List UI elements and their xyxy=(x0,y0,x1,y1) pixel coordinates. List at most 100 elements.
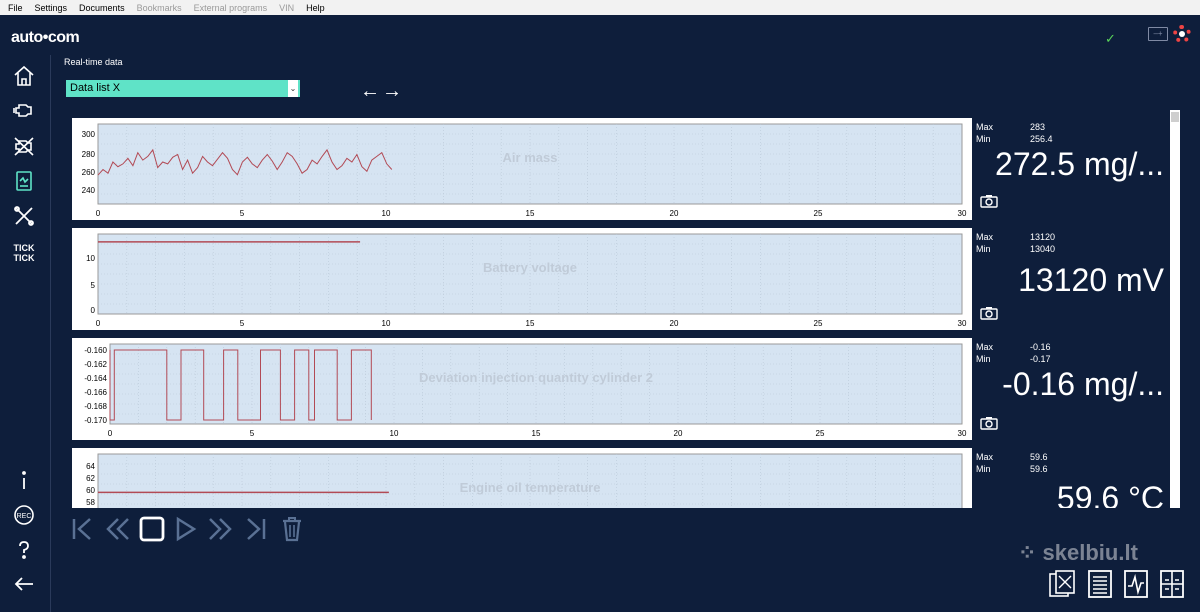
camera-icon[interactable] xyxy=(980,194,998,208)
max-value: 283 xyxy=(1030,122,1046,132)
y-tick-label: 64 xyxy=(86,462,95,471)
svg-text:REC: REC xyxy=(17,513,32,520)
current-value: 59.6 °C xyxy=(1056,480,1164,508)
menu-vin[interactable]: VIN xyxy=(279,3,294,13)
x-tick-label: 10 xyxy=(382,319,391,328)
arrow-left-icon[interactable]: ← xyxy=(360,80,382,102)
camera-icon[interactable] xyxy=(980,306,998,320)
engine-fault-icon[interactable] xyxy=(11,133,37,159)
x-tick-label: 0 xyxy=(96,209,101,218)
menu-settings[interactable]: Settings xyxy=(35,3,68,13)
help-icon[interactable] xyxy=(11,537,37,563)
split-view-icon[interactable] xyxy=(1158,568,1186,600)
chart-list-scrollbar[interactable] xyxy=(1170,110,1180,508)
x-tick-label: 5 xyxy=(240,319,245,328)
max-value: -0.16 xyxy=(1030,342,1051,352)
x-tick-label: 25 xyxy=(816,429,825,438)
x-tick-label: 5 xyxy=(240,209,245,218)
chart-panel-battery-voltage: Battery voltage 10 5 0 0 5 10 15 20 25 30 xyxy=(72,228,972,330)
x-tick-label: 25 xyxy=(814,319,823,328)
chart-list: Air mass 300 280 260 240 0 5 10 15 20 25 30 Max 28… xyxy=(66,110,1174,508)
x-tick-label: 20 xyxy=(674,429,683,438)
scrollbar-thumb[interactable] xyxy=(1171,112,1179,122)
x-tick-label: 15 xyxy=(526,209,535,218)
chart-title: Battery voltage xyxy=(483,260,577,275)
min-label: Min xyxy=(976,244,991,254)
sidebar: TICK TICK REC xyxy=(0,55,51,612)
y-tick-label: -0.160 xyxy=(84,346,107,355)
skip-to-start-icon[interactable] xyxy=(68,515,96,543)
x-tick-label: 20 xyxy=(670,319,679,328)
engine-icon[interactable] xyxy=(11,97,37,123)
menu-help[interactable]: Help xyxy=(306,3,325,13)
x-tick-label: 5 xyxy=(250,429,255,438)
camera-icon[interactable] xyxy=(980,416,998,430)
menu-file[interactable]: File xyxy=(8,3,23,13)
y-tick-label: -0.166 xyxy=(84,388,107,397)
chart-title: Deviation injection quantity cylinder 2 xyxy=(419,370,653,385)
trash-icon[interactable] xyxy=(278,515,306,543)
y-tick-label: 62 xyxy=(86,474,95,483)
fast-forward-icon[interactable] xyxy=(206,515,234,543)
min-value: 256.4 xyxy=(1030,134,1053,144)
menu-bookmarks[interactable]: Bookmarks xyxy=(137,3,182,13)
save-report-icon[interactable] xyxy=(1048,568,1076,600)
home-icon[interactable] xyxy=(11,63,37,89)
y-tick-label: -0.164 xyxy=(84,374,107,383)
min-value: -0.17 xyxy=(1030,354,1051,364)
arrow-right-icon[interactable]: → xyxy=(382,80,404,102)
y-tick-label: -0.168 xyxy=(84,402,107,411)
y-tick-label: 240 xyxy=(82,186,96,195)
menu-bar: File Settings Documents Bookmarks Extern… xyxy=(0,0,1200,15)
readout-engine-oil-temperature: Max 59.6 Min 59.6 59.6 °C xyxy=(972,448,1172,508)
max-label: Max xyxy=(976,122,994,132)
y-tick-label: -0.170 xyxy=(84,416,107,425)
x-tick-label: 10 xyxy=(382,209,391,218)
list-view-icon[interactable] xyxy=(1086,568,1114,600)
connection-check-icon: ✓ xyxy=(1105,31,1116,46)
rewind-icon[interactable] xyxy=(104,515,132,543)
max-value: 13120 xyxy=(1030,232,1056,242)
current-value: 272.5 mg/... xyxy=(995,146,1164,182)
battery-icon: –+ xyxy=(1148,27,1168,41)
info-icon[interactable] xyxy=(11,467,37,493)
max-label: Max xyxy=(976,342,994,352)
min-value: 13040 xyxy=(1030,244,1056,254)
menu-documents[interactable]: Documents xyxy=(79,3,125,13)
max-label: Max xyxy=(976,232,994,242)
chevron-down-icon: ⌄ xyxy=(288,80,298,97)
x-tick-label: 20 xyxy=(670,209,679,218)
watermark: ⁘ skelbiu.lt xyxy=(1018,540,1138,565)
tools-icon[interactable] xyxy=(11,203,37,229)
skip-to-end-icon[interactable] xyxy=(242,515,270,543)
y-tick-label: 260 xyxy=(82,168,96,177)
y-tick-label: 10 xyxy=(86,254,95,263)
data-list-select-value: Data list X xyxy=(70,82,121,94)
chart-battery-voltage: Battery voltage 10 5 00 5 10 15 20 25 30 xyxy=(86,233,967,328)
y-tick-label: 280 xyxy=(82,150,96,159)
y-tick-label: 0 xyxy=(91,306,96,315)
play-icon[interactable] xyxy=(172,515,200,543)
y-tick-label: 5 xyxy=(91,281,96,290)
tick-tick-label[interactable]: TICK TICK xyxy=(10,243,38,263)
navigation-arrows: ←→ xyxy=(360,80,404,103)
chart-panel-air-mass: Air mass 300 280 260 240 0 5 10 15 20 25 30 xyxy=(72,118,972,220)
graph-view-icon[interactable] xyxy=(1122,568,1150,600)
record-icon[interactable]: REC xyxy=(11,502,37,528)
section-title: Real-time data xyxy=(64,57,123,67)
realtime-data-icon[interactable] xyxy=(11,168,37,194)
current-value: 13120 mV xyxy=(1018,262,1164,298)
back-arrow-icon[interactable] xyxy=(11,571,37,597)
chart-panel-deviation-injection: Deviation injection quantity cylinder 2 … xyxy=(72,338,972,440)
watermark-text: skelbiu.lt xyxy=(1042,540,1138,565)
readout-air-mass: Max 283 Min 256.4 272.5 mg/... xyxy=(972,118,1172,220)
x-tick-label: 15 xyxy=(532,429,541,438)
x-tick-label: 10 xyxy=(390,429,399,438)
menu-external-programs[interactable]: External programs xyxy=(194,3,268,13)
stop-icon[interactable] xyxy=(138,515,166,543)
data-list-select[interactable]: Data list X ⌄ xyxy=(66,80,300,97)
top-bar: auto•com ✓ –+ xyxy=(0,15,1200,55)
x-tick-label: 0 xyxy=(108,429,113,438)
y-tick-label: -0.162 xyxy=(84,360,107,369)
min-value: 59.6 xyxy=(1030,464,1048,474)
